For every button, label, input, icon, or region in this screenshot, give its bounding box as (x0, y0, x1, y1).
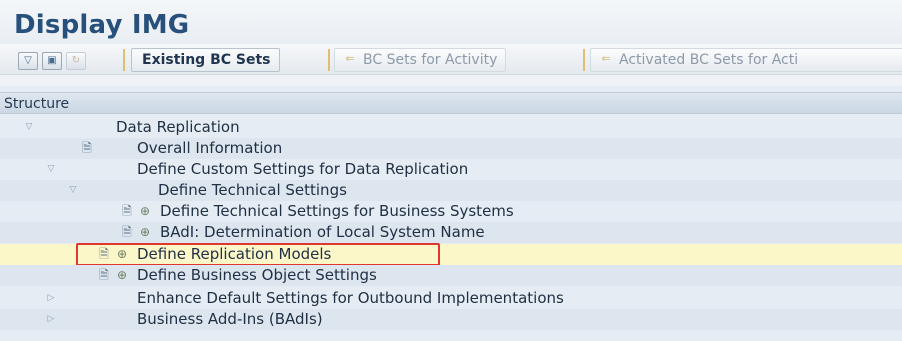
tree-node-label: Define Custom Settings for Data Replicat… (137, 160, 469, 178)
bc-sets-for-activity-button[interactable]: ⇐ BC Sets for Activity (334, 48, 507, 72)
tree-node-define-technical-settings[interactable]: ▽ Define Technical Settings (0, 180, 902, 201)
tree-node-technical-settings-business-systems[interactable]: 🗎 ⊕ Define Technical Settings for Busine… (0, 201, 902, 222)
tree-node-label: BAdI: Determination of Local System Name (160, 223, 485, 241)
document-icon[interactable]: 🗎 (97, 268, 111, 282)
document-icon[interactable]: 🗎 (80, 141, 94, 155)
execute-icon[interactable]: ⊕ (138, 204, 152, 218)
activated-bc-sets-button[interactable]: ⇐ Activated BC Sets for Acti (590, 48, 902, 72)
toolbar-separator (328, 49, 330, 71)
tree-node-label: Define Business Object Settings (137, 266, 377, 284)
arrow-icon: ⇐ (345, 52, 355, 65)
structure-header: Structure (0, 92, 902, 114)
tree-expand-icon[interactable]: ▷ (44, 309, 58, 330)
document-icon[interactable]: 🗎 (120, 225, 134, 239)
transport-icon[interactable]: ↻ (66, 52, 86, 70)
tree-node-label: Enhance Default Settings for Outbound Im… (137, 289, 564, 307)
tree-node-business-add-ins[interactable]: ▷ Business Add-Ins (BAdIs) (0, 309, 902, 330)
tree-node-label: Define Technical Settings for Business S… (160, 202, 514, 220)
tree-node-label: Business Add-Ins (BAdIs) (137, 310, 323, 328)
page-title: Display IMG (14, 10, 190, 40)
tree-collapse-icon[interactable]: ▽ (66, 180, 80, 201)
execute-icon[interactable]: ⊕ (138, 225, 152, 239)
existing-bc-sets-label: Existing BC Sets (142, 52, 271, 68)
highlight-marker (76, 243, 440, 266)
tree-node-business-object-settings[interactable]: 🗎 ⊕ Define Business Object Settings (0, 265, 902, 286)
activated-bc-sets-label: Activated BC Sets for Acti (619, 52, 799, 68)
bc-sets-for-activity-label: BC Sets for Activity (363, 52, 498, 68)
tree-collapse-icon[interactable]: ▽ (22, 117, 36, 138)
toolbar-separator (583, 49, 585, 71)
tree-collapse-icon[interactable]: ▽ (44, 159, 58, 180)
save-icon[interactable]: ▣ (42, 52, 62, 70)
toolbar-separator (123, 49, 125, 71)
tree-expand-icon[interactable]: ▷ (44, 288, 58, 309)
tree-node-data-replication[interactable]: ▽ Data Replication (0, 117, 902, 138)
tree-node-enhance-default-settings[interactable]: ▷ Enhance Default Settings for Outbound … (0, 288, 902, 309)
tree-node-overall-information[interactable]: 🗎 Overall Information (0, 138, 902, 159)
existing-bc-sets-button[interactable]: Existing BC Sets (131, 48, 280, 72)
tree-node-badi-local-system-name[interactable]: 🗎 ⊕ BAdI: Determination of Local System … (0, 222, 902, 243)
tree-node-label: Define Technical Settings (158, 181, 347, 199)
document-icon[interactable]: 🗎 (120, 204, 134, 218)
tree-node-label: Overall Information (137, 139, 283, 157)
tree-node-label: Data Replication (116, 118, 240, 136)
execute-icon[interactable]: ⊕ (115, 268, 129, 282)
tree-node-define-custom-settings[interactable]: ▽ Define Custom Settings for Data Replic… (0, 159, 902, 180)
arrow-icon: ⇐ (601, 52, 611, 65)
expand-icon[interactable]: ▽ (18, 52, 38, 70)
